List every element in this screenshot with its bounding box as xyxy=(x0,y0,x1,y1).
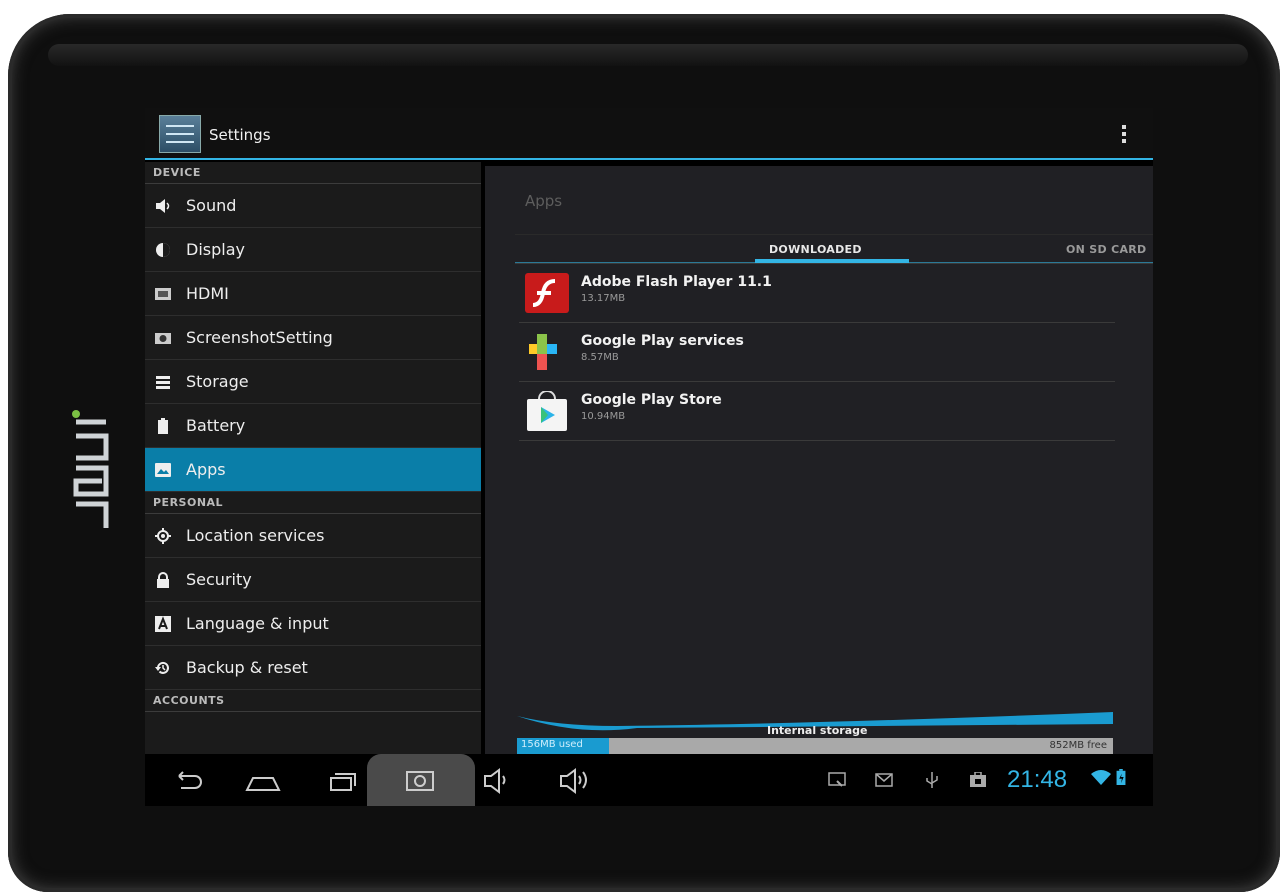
tab-on-sd-card[interactable]: ON SD CARD xyxy=(1066,243,1146,256)
recent-apps-icon[interactable] xyxy=(323,764,363,796)
tab-divider xyxy=(515,262,1153,263)
volume-down-icon[interactable] xyxy=(481,764,521,796)
panel-title: Apps xyxy=(525,192,563,210)
tab-downloaded[interactable]: DOWNLOADED xyxy=(769,243,862,256)
app-name: Adobe Flash Player 11.1 xyxy=(581,274,772,290)
sidebar-item-label: Location services xyxy=(186,526,325,545)
sidebar-item-location-services[interactable]: Location services xyxy=(145,514,481,558)
location-icon xyxy=(155,528,171,544)
email-notification-icon[interactable] xyxy=(875,772,893,788)
sd-card-icon[interactable] xyxy=(969,772,987,788)
usb-icon[interactable] xyxy=(923,772,941,788)
sidebar-item-label: HDMI xyxy=(186,284,229,303)
sidebar-item-sound[interactable]: Sound xyxy=(145,184,481,228)
section-header-accounts: ACCOUNTS xyxy=(145,690,481,712)
section-header-personal: PERSONAL xyxy=(145,492,481,514)
app-row[interactable]: Adobe Flash Player 11.1 13.17MB xyxy=(519,264,1115,323)
storage-bar: 156MB used 852MB free xyxy=(517,738,1113,754)
home-icon[interactable] xyxy=(243,764,283,796)
screen-capture-notification-icon[interactable] xyxy=(828,772,846,788)
sidebar-item-display[interactable]: Display xyxy=(145,228,481,272)
sidebar-item-language-input[interactable]: Language & input xyxy=(145,602,481,646)
action-bar: Settings xyxy=(145,108,1153,160)
storage-used-fill: 156MB used xyxy=(517,738,610,754)
storage-icon xyxy=(156,376,170,389)
app-size: 10.94MB xyxy=(581,411,626,422)
sidebar-item-hdmi[interactable]: HDMI xyxy=(145,272,481,316)
sidebar-item-label: Battery xyxy=(186,416,246,435)
overflow-menu-icon[interactable] xyxy=(1121,125,1127,145)
volume-up-icon[interactable] xyxy=(557,764,597,796)
sidebar-item-battery[interactable]: Battery xyxy=(145,404,481,448)
display-icon xyxy=(156,243,170,257)
sidebar-item-apps[interactable]: Apps xyxy=(145,448,481,492)
settings-sidebar: DEVICE Sound Display HDMI ScreenshotSett… xyxy=(145,162,481,754)
app-size: 8.57MB xyxy=(581,352,619,363)
sidebar-item-label: Security xyxy=(186,570,252,589)
sound-icon xyxy=(156,199,170,213)
wifi-icon xyxy=(1091,770,1111,785)
sidebar-item-storage[interactable]: Storage xyxy=(145,360,481,404)
page-title: Settings xyxy=(209,126,271,144)
screenshot-icon[interactable] xyxy=(401,764,441,796)
sidebar-item-backup-reset[interactable]: Backup & reset xyxy=(145,646,481,690)
lock-icon xyxy=(157,572,169,588)
sidebar-item-screenshotsetting[interactable]: ScreenshotSetting xyxy=(145,316,481,360)
settings-app-icon[interactable] xyxy=(159,115,201,153)
apps-panel: Apps DOWNLOADED ON SD CARD Adobe Flash P… xyxy=(485,166,1153,754)
app-size: 13.17MB xyxy=(581,293,626,304)
hdmi-icon xyxy=(155,288,171,300)
keyboard-icon xyxy=(155,616,171,632)
sidebar-item-label: Storage xyxy=(186,372,249,391)
apps-icon xyxy=(155,463,171,477)
tablet-frame: Settings DEVICE Sound Display HDMI Scree… xyxy=(8,14,1280,892)
camera-icon xyxy=(155,333,171,344)
app-name: Google Play Store xyxy=(581,392,722,408)
battery-status-icon xyxy=(1116,769,1126,785)
storage-label: Internal storage xyxy=(767,724,868,737)
sidebar-item-label: Apps xyxy=(186,460,226,479)
clock[interactable]: 21:48 xyxy=(1007,766,1067,794)
sidebar-item-security[interactable]: Security xyxy=(145,558,481,602)
screen: Settings DEVICE Sound Display HDMI Scree… xyxy=(145,108,1153,806)
back-icon[interactable] xyxy=(167,764,207,796)
app-row[interactable]: Google Play Store 10.94MB xyxy=(519,382,1115,441)
app-row[interactable]: Google Play services 8.57MB xyxy=(519,323,1115,382)
sidebar-item-label: Language & input xyxy=(186,614,329,633)
sidebar-item-label: ScreenshotSetting xyxy=(186,328,333,347)
tab-bar: DOWNLOADED ON SD CARD xyxy=(515,234,1153,264)
flash-player-icon xyxy=(525,273,569,313)
storage-free-label: 852MB free xyxy=(1049,740,1107,751)
section-header-device: DEVICE xyxy=(145,162,481,184)
app-name: Google Play services xyxy=(581,333,744,349)
sidebar-item-label: Sound xyxy=(186,196,237,215)
sidebar-item-label: Display xyxy=(186,240,245,259)
battery-icon xyxy=(158,418,168,434)
storage-used-label: 156MB used xyxy=(521,739,583,750)
backup-icon xyxy=(155,661,169,674)
play-store-icon xyxy=(527,391,567,431)
system-bar: 21:48 xyxy=(145,754,1153,806)
brand-logo xyxy=(72,410,109,528)
bezel-highlight xyxy=(48,44,1248,66)
sidebar-item-label: Backup & reset xyxy=(186,658,308,677)
play-services-icon xyxy=(529,334,557,370)
